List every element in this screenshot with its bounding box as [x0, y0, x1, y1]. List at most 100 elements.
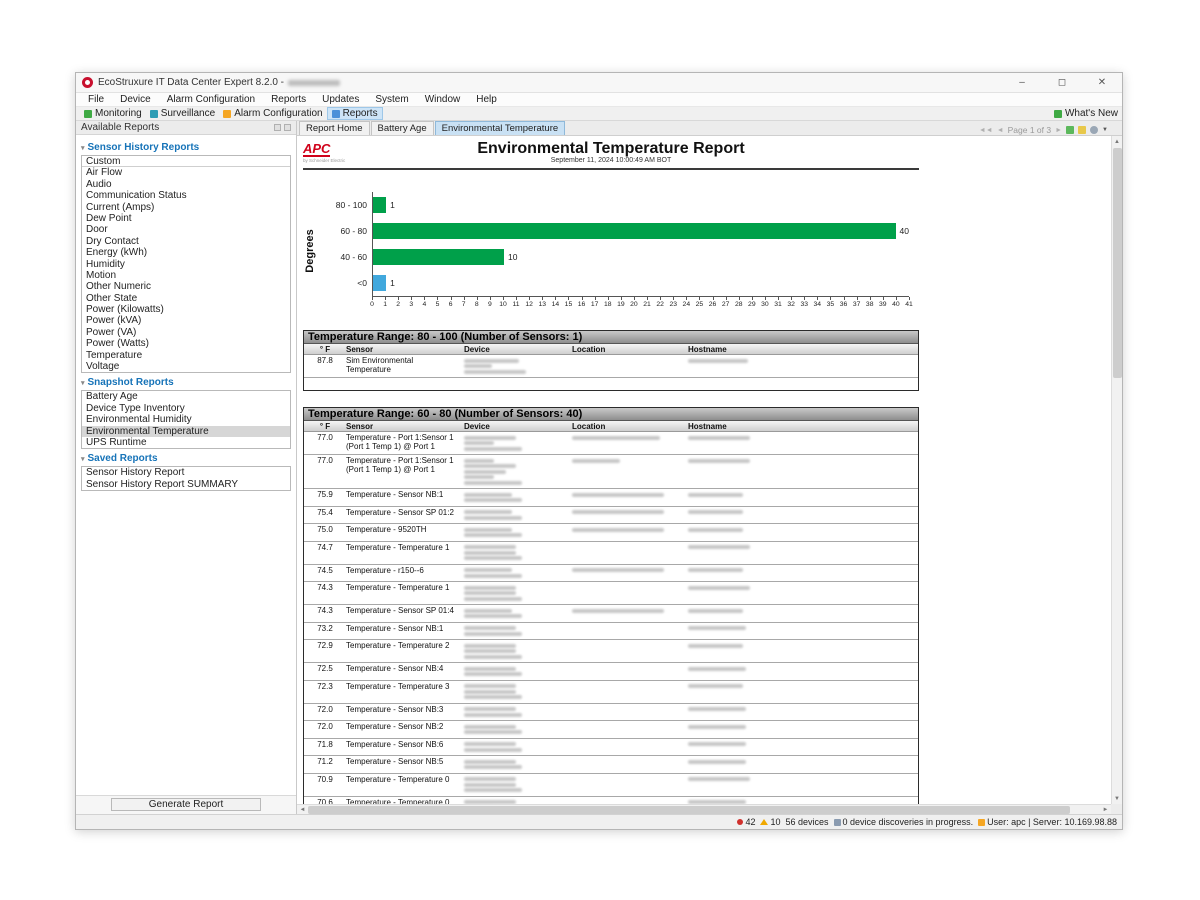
section-header-snapshot-reports[interactable]: ▾Snapshot Reports — [81, 377, 291, 388]
whats-new-link[interactable]: What's New — [1054, 108, 1122, 119]
generate-report-button[interactable]: Generate Report — [111, 798, 261, 811]
chart-tick-label: 32 — [787, 301, 795, 308]
section-header-sensor-history-reports[interactable]: ▾Sensor History Reports — [81, 142, 291, 153]
menu-updates[interactable]: Updates — [314, 94, 367, 105]
report-list-item[interactable]: Temperature — [82, 350, 290, 361]
redacted-hostname — [688, 568, 918, 572]
report-list-item[interactable]: Audio — [82, 179, 290, 190]
chart-tick-label: 18 — [604, 301, 612, 308]
first-page-icon[interactable]: ◄◄ — [979, 127, 993, 134]
report-list-item[interactable]: Dew Point — [82, 213, 290, 224]
cell-temperature: 75.4 — [304, 509, 346, 522]
chart-category-label: 80 - 100 — [317, 192, 372, 218]
cell-device — [464, 434, 572, 452]
menu-alarm-configuration[interactable]: Alarm Configuration — [159, 94, 263, 105]
report-list-item[interactable]: Humidity — [82, 259, 290, 270]
column-header: ° F — [304, 345, 346, 354]
cell-sensor: Temperature - Sensor NB:1 — [346, 625, 464, 638]
menu-device[interactable]: Device — [112, 94, 159, 105]
section-collapse-icon: ▾ — [81, 455, 85, 463]
table-row: 72.3Temperature - Temperature 3 — [304, 681, 918, 704]
tab-environmental-temperature[interactable]: Environmental Temperature — [435, 121, 566, 135]
save-report-icon[interactable] — [1078, 126, 1086, 134]
report-list-item[interactable]: Power (Watts) — [82, 338, 290, 349]
report-list-item[interactable]: Device Type Inventory — [82, 403, 290, 414]
report-list-item[interactable]: Custom — [82, 156, 290, 167]
report-list-item[interactable]: Door — [82, 224, 290, 235]
report-list-item[interactable]: Motion — [82, 270, 290, 281]
menu-reports[interactable]: Reports — [263, 94, 314, 105]
redacted-text-line — [464, 364, 492, 368]
toolbar-item-reports[interactable]: Reports — [327, 107, 383, 120]
tab-battery-age[interactable]: Battery Age — [371, 121, 434, 135]
redacted-text-line — [464, 574, 522, 578]
report-list-item[interactable]: Communication Status — [82, 190, 290, 201]
report-list-item[interactable]: Power (VA) — [82, 327, 290, 338]
scroll-left-icon[interactable]: ◄ — [297, 807, 308, 813]
scroll-up-icon[interactable]: ▲ — [1112, 136, 1122, 147]
scroll-right-icon[interactable]: ► — [1100, 807, 1111, 813]
section-header-saved-reports[interactable]: ▾Saved Reports — [81, 453, 291, 464]
vertical-scrollbar[interactable]: ▲ ▼ — [1111, 136, 1122, 804]
chart-tick-label: 2 — [396, 301, 400, 308]
maximize-button[interactable]: ◻ — [1056, 77, 1068, 88]
report-list-item[interactable]: Dry Contact — [82, 236, 290, 247]
report-list-item[interactable]: Sensor History Report SUMMARY — [82, 479, 290, 490]
chart-tick-label: 10 — [499, 301, 507, 308]
report-list-item[interactable]: Environmental Humidity — [82, 414, 290, 425]
report-list-item[interactable]: Power (kVA) — [82, 315, 290, 326]
toolbar-item-surveillance[interactable]: Surveillance — [146, 107, 219, 120]
report-list-item[interactable]: Voltage — [82, 361, 290, 372]
next-page-icon[interactable]: ► — [1055, 127, 1062, 134]
chart-tick-label: 27 — [722, 301, 730, 308]
chart-bar — [373, 197, 386, 213]
report-list-item[interactable]: UPS Runtime — [82, 437, 290, 448]
horizontal-scrollbar[interactable]: ◄ ► — [297, 804, 1111, 814]
menu-file[interactable]: File — [80, 94, 112, 105]
redacted-text-line — [688, 459, 750, 463]
redacted-text-line — [464, 556, 522, 560]
report-options-dropdown-icon[interactable]: ▼ — [1102, 127, 1108, 133]
panel-maximize-icon[interactable] — [284, 124, 291, 131]
report-list-item[interactable]: Sensor History Report — [82, 467, 290, 478]
toolbar-item-alarm-configuration[interactable]: Alarm Configuration — [219, 107, 326, 120]
print-icon[interactable] — [1090, 126, 1098, 134]
report-list-item[interactable]: Power (Kilowatts) — [82, 304, 290, 315]
report-list-item[interactable]: Battery Age — [82, 391, 290, 402]
report-list-item[interactable]: Current (Amps) — [82, 202, 290, 213]
panel-minimize-icon[interactable] — [274, 124, 281, 131]
minimize-button[interactable]: – — [1016, 77, 1028, 88]
export-icon[interactable] — [1066, 126, 1074, 134]
menu-help[interactable]: Help — [468, 94, 505, 105]
report-list-item[interactable]: Air Flow — [82, 167, 290, 178]
report-list-item[interactable]: Environmental Temperature — [82, 426, 290, 437]
cell-sensor: Temperature - Sensor SP 01:4 — [346, 607, 464, 620]
vertical-scroll-thumb[interactable] — [1113, 148, 1122, 378]
redacted-hostname — [688, 644, 918, 648]
tab-report-home[interactable]: Report Home — [299, 121, 370, 135]
chart-tick-label: 19 — [617, 301, 625, 308]
status-bar: 42 10 56 devices 0 device discoveries in… — [76, 814, 1122, 829]
menu-window[interactable]: Window — [417, 94, 469, 105]
prev-page-icon[interactable]: ◄ — [997, 127, 1004, 134]
cell-sensor: Temperature - Sensor NB:2 — [346, 723, 464, 736]
menu-system[interactable]: System — [367, 94, 416, 105]
report-list-item[interactable]: Energy (kWh) — [82, 247, 290, 258]
report-list-item[interactable]: Other State — [82, 293, 290, 304]
cell-device — [464, 723, 572, 736]
toolbar-item-monitoring[interactable]: Monitoring — [80, 107, 146, 120]
toolbar-item-label: Alarm Configuration — [234, 108, 322, 119]
chart-tick-label: 15 — [565, 301, 573, 308]
horizontal-scroll-thumb[interactable] — [308, 806, 1070, 814]
redacted-hostname — [688, 528, 918, 532]
redacted-device — [464, 436, 566, 451]
redacted-device — [464, 684, 566, 699]
redacted-text-line — [464, 551, 516, 555]
table-row: 72.5Temperature - Sensor NB:4 — [304, 663, 918, 681]
redacted-text-line — [464, 672, 522, 676]
report-content: APC by Schneider Electric Environmental … — [297, 136, 1122, 814]
scroll-down-icon[interactable]: ▼ — [1112, 793, 1122, 804]
report-list-item[interactable]: Other Numeric — [82, 281, 290, 292]
redacted-text-line — [464, 748, 522, 752]
close-button[interactable]: ✕ — [1096, 77, 1108, 88]
